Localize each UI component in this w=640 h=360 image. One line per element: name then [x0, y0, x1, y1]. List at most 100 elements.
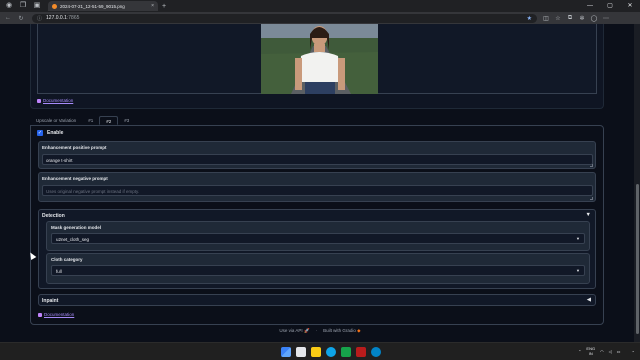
dropdown-caret-icon: ▼ [576, 268, 580, 273]
mask-model-label: Mask generation model [51, 225, 102, 230]
split-screen-icon[interactable]: ◫ [541, 15, 551, 22]
rocket-icon: 🚀 [303, 328, 310, 333]
inpaint-accordion: Inpaint ◀ [38, 294, 596, 306]
language-indicator[interactable]: ENG IN [586, 346, 595, 356]
extensions-icon[interactable]: ✲ [577, 15, 587, 22]
cloth-category-dropdown[interactable]: full ▼ [51, 265, 585, 276]
maximize-button[interactable]: ▢ [600, 0, 620, 12]
tab-3[interactable]: #3 [118, 116, 135, 125]
window-controls: — ▢ ✕ [580, 0, 640, 12]
browser-toolbar: ← ↻ ⓘ 127.0.0.1:7865 ★ ◫ ☆ ⧉ ✲ ◯ ⋯ [0, 12, 640, 24]
negative-prompt-label: Enhancement negative prompt [42, 176, 108, 181]
url-host: 127.0.0.1 [46, 15, 67, 21]
negative-prompt-block: Enhancement negative prompt Uses origina… [38, 172, 596, 202]
enhance-panel: ✓ Enable Enhancement positive prompt ora… [30, 125, 604, 325]
inpaint-header[interactable]: Inpaint [42, 298, 58, 304]
cloth-category-block: Cloth category full ▼ [46, 253, 590, 284]
app-icon[interactable] [356, 347, 366, 357]
collections-icon[interactable]: ⧉ [565, 15, 575, 22]
documentation-link-top[interactable]: Documentation [37, 98, 73, 103]
built-with-gradio-link[interactable]: Built with Gradio ◆ [323, 328, 361, 334]
resize-handle-icon[interactable] [590, 197, 593, 200]
url-text: 127.0.0.1:7865 [46, 15, 523, 21]
lang-bottom: IN [588, 351, 593, 356]
wifi-icon[interactable]: ◠ [600, 349, 604, 354]
taskbar-apps [281, 347, 381, 357]
battery-icon[interactable]: ▭ [617, 349, 621, 354]
reload-icon[interactable]: ↻ [16, 15, 26, 22]
negative-prompt-input[interactable]: Uses original negative prompt instead if… [42, 185, 593, 196]
tab-title: 2024-07-21_12-51-59_9015.png [60, 3, 125, 9]
search-icon[interactable] [296, 347, 306, 357]
new-tab-button[interactable]: + [162, 3, 166, 10]
tab-upscale-variation[interactable]: Upscale or Variation [30, 116, 82, 125]
gradio-logo-icon: ◆ [357, 328, 361, 333]
bookmark-star-icon[interactable]: ★ [527, 15, 532, 22]
account-icon[interactable]: ◯ [589, 15, 599, 22]
back-icon[interactable]: ← [3, 15, 13, 21]
enhance-tabs: Upscale or Variation #1 #2 #3 [30, 116, 135, 125]
tab-2[interactable]: #2 [99, 116, 119, 125]
tab-1[interactable]: #1 [82, 116, 99, 125]
detection-accordion: Detection ▼ Mask generation model u2net_… [38, 209, 596, 289]
more-menu-icon[interactable]: ⋯ [601, 15, 611, 22]
cloth-category-label: Cloth category [51, 257, 83, 262]
mask-model-block: Mask generation model u2net_cloth_seg ▼ [46, 221, 590, 251]
system-tray: ⌃ ENG IN ◠ ◁ ▭ ◔ [578, 346, 634, 356]
edge-icon[interactable] [326, 347, 336, 357]
browser-icon[interactable] [371, 347, 381, 357]
page-viewport: Documentation Upscale or Variation #1 #2… [0, 24, 640, 342]
footer-separator: · [315, 328, 318, 333]
positive-prompt-label: Enhancement positive prompt [42, 145, 107, 150]
book-icon [37, 98, 41, 103]
expand-arrow-icon[interactable]: ◀ [587, 297, 591, 303]
minimize-button[interactable]: — [580, 0, 600, 12]
page-scrollbar[interactable] [634, 24, 640, 342]
clock[interactable] [625, 346, 626, 356]
gradio-text: Built with Gradio [323, 328, 356, 333]
documentation-label: Documentation [44, 312, 75, 317]
api-text: Use via API [279, 328, 303, 333]
enable-label: Enable [47, 130, 64, 136]
profile-icon[interactable]: ◉ [4, 1, 14, 11]
browser-tab[interactable]: 2024-07-21_12-51-59_9015.png × [48, 1, 158, 11]
page-footer: Use via API 🚀 · Built with Gradio ◆ [0, 328, 640, 334]
mask-model-dropdown[interactable]: u2net_cloth_seg ▼ [51, 233, 585, 244]
book-icon [38, 312, 42, 317]
favorites-icon[interactable]: ☆ [553, 15, 563, 22]
resize-handle-icon[interactable] [590, 164, 593, 167]
windows-taskbar: ⌃ ENG IN ◠ ◁ ▭ ◔ [0, 342, 640, 360]
image-output-panel: Documentation [30, 24, 604, 109]
tray-chevron-icon[interactable]: ⌃ [578, 349, 581, 354]
address-bar[interactable]: ⓘ 127.0.0.1:7865 ★ [32, 13, 537, 23]
use-via-api-link[interactable]: Use via API 🚀 [279, 328, 309, 334]
enable-checkbox[interactable]: ✓ [37, 130, 43, 136]
collapse-arrow-icon[interactable]: ▼ [586, 212, 591, 218]
app-icon[interactable] [341, 347, 351, 357]
documentation-label: Documentation [43, 98, 74, 103]
notification-bell-icon[interactable]: ◔ [632, 349, 634, 354]
tab-actions-icon[interactable]: ❐ [18, 1, 28, 11]
cloth-category-value: full [56, 269, 62, 274]
positive-prompt-block: Enhancement positive prompt orange t-shi… [38, 141, 596, 169]
close-window-button[interactable]: ✕ [620, 0, 640, 12]
enable-checkbox-row[interactable]: ✓ Enable [37, 130, 63, 136]
result-image[interactable] [261, 24, 378, 94]
file-explorer-icon[interactable] [311, 347, 321, 357]
dropdown-caret-icon: ▼ [576, 236, 580, 241]
image-display [37, 24, 597, 94]
vertical-tabs-icon[interactable]: ▣ [32, 1, 42, 11]
documentation-link-bottom[interactable]: Documentation [38, 312, 74, 317]
browser-tab-strip: ◉ ❐ ▣ 2024-07-21_12-51-59_9015.png × + —… [0, 0, 640, 12]
start-icon[interactable] [281, 347, 291, 357]
mask-model-value: u2net_cloth_seg [56, 237, 90, 242]
site-info-icon[interactable]: ⓘ [37, 15, 42, 22]
url-port: :7865 [66, 15, 80, 21]
detection-header[interactable]: Detection [42, 213, 65, 219]
tab-favicon-icon [52, 3, 57, 9]
volume-icon[interactable]: ◁ [609, 349, 612, 354]
scrollbar-thumb[interactable] [635, 184, 639, 334]
positive-prompt-input[interactable]: orange t-shirt [42, 154, 593, 165]
tab-close-icon[interactable]: × [151, 3, 154, 9]
browser-tools: ◫ ☆ ⧉ ✲ ◯ ⋯ [541, 15, 611, 22]
